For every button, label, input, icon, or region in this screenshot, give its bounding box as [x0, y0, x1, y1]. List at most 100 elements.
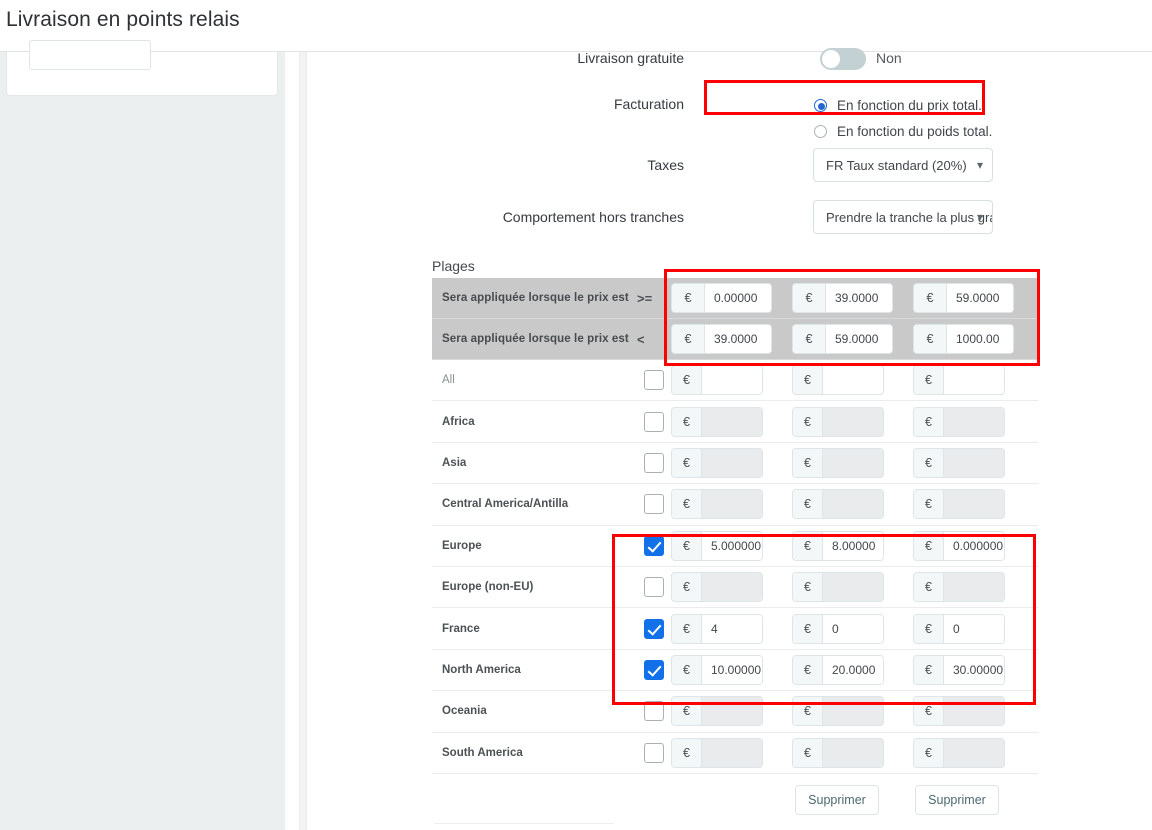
zone-price-input: € — [792, 447, 884, 478]
zone-price-input: € — [913, 489, 1005, 520]
zone-price-value: 0 — [823, 614, 883, 643]
zone-price-input[interactable]: €0 — [913, 613, 1005, 644]
range-from-input-1[interactable]: € 0.00000 — [671, 283, 772, 313]
zone-row: Africa € € € — [432, 401, 1038, 443]
zone-price-input[interactable]: €30.00000 — [913, 654, 1005, 685]
currency-icon: € — [793, 614, 823, 643]
zone-price-input[interactable]: €4 — [671, 613, 763, 644]
zone-price-value — [702, 697, 762, 726]
zone-price-input: € — [792, 737, 884, 768]
out-of-range-label: Comportement hors tranches — [502, 209, 684, 225]
ranges-table: Sera appliquée lorsque le prix est >= € … — [432, 278, 1038, 774]
zone-price-input[interactable]: €0.000000 — [913, 530, 1005, 561]
range-operator-lt: < — [637, 331, 645, 347]
billing-row: Facturation En fonction du prix total. E… — [314, 90, 1152, 150]
zone-enable-checkbox[interactable] — [644, 659, 664, 680]
currency-icon: € — [914, 325, 947, 353]
left-panel-inner-box[interactable] — [29, 40, 151, 70]
billing-option-weight[interactable]: En fonction du poids total. — [814, 124, 992, 139]
zone-price-value — [944, 738, 1004, 767]
range-header-row-lt: Sera appliquée lorsque le prix est < € 3… — [432, 319, 1038, 360]
zone-price-input: € — [792, 572, 884, 603]
zone-row: All € € € — [432, 360, 1038, 402]
zone-price-input: € — [671, 737, 763, 768]
bottom-partial-section — [434, 823, 614, 830]
zone-price-input[interactable]: € — [913, 365, 1005, 396]
currency-icon: € — [914, 531, 944, 560]
currency-icon: € — [914, 366, 944, 395]
vertical-scrollbar[interactable] — [299, 52, 307, 830]
range-to-input-1[interactable]: € 39.0000 — [671, 324, 772, 354]
zone-price-value — [823, 366, 883, 395]
out-of-range-select-value: Prendre la tranche la plus gra — [826, 209, 993, 225]
zone-price-value: 20.0000 — [823, 655, 883, 684]
zone-price-input[interactable]: €5.000000 — [671, 530, 763, 561]
zone-row: North America €10.00000 €20.0000 €30.00000 — [432, 650, 1038, 692]
zone-label: France — [442, 622, 480, 635]
range-to-input-3[interactable]: € 1000.00 — [913, 324, 1014, 354]
taxes-select[interactable]: FR Taux standard (20%) ▾ — [813, 148, 993, 182]
zone-enable-checkbox[interactable] — [644, 577, 664, 598]
zone-enable-checkbox[interactable] — [644, 701, 664, 722]
zone-price-value — [823, 738, 883, 767]
zone-price-value: 30.00000 — [944, 655, 1004, 684]
range-to-input-2[interactable]: € 59.0000 — [792, 324, 893, 354]
taxes-label: Taxes — [647, 157, 684, 173]
zone-enable-checkbox[interactable] — [644, 452, 664, 473]
range-to-value-1: 39.0000 — [705, 325, 771, 353]
free-shipping-toggle[interactable] — [820, 48, 866, 70]
zone-enable-checkbox[interactable] — [644, 618, 664, 639]
radio-weight-total[interactable] — [814, 125, 827, 138]
zone-price-input: € — [913, 406, 1005, 437]
currency-icon: € — [914, 284, 947, 312]
billing-option-price[interactable]: En fonction du prix total. — [814, 98, 982, 113]
zone-enable-checkbox[interactable] — [644, 742, 664, 763]
out-of-range-row: Comportement hors tranches Prendre la tr… — [314, 200, 1152, 250]
zone-price-value: 5.000000 — [702, 531, 762, 560]
zone-price-value — [823, 448, 883, 477]
currency-icon: € — [793, 738, 823, 767]
zone-enable-checkbox[interactable] — [644, 370, 664, 391]
currency-icon: € — [672, 448, 702, 477]
zone-price-value: 0.000000 — [944, 531, 1004, 560]
free-shipping-label: Livraison gratuite — [577, 50, 684, 66]
zone-price-input[interactable]: €8.00000 — [792, 530, 884, 561]
zone-enable-checkbox[interactable] — [644, 411, 664, 432]
zone-price-input: € — [671, 696, 763, 727]
zone-price-input[interactable]: € — [671, 365, 763, 396]
radio-price-total[interactable] — [814, 99, 827, 112]
delete-range-button-1[interactable]: Supprimer — [795, 785, 879, 815]
range-to-value-3: 1000.00 — [947, 325, 1013, 353]
range-from-value-1: 0.00000 — [705, 284, 771, 312]
currency-icon: € — [672, 531, 702, 560]
currency-icon: € — [672, 614, 702, 643]
zone-price-value — [702, 448, 762, 477]
billing-option-price-label: En fonction du prix total. — [837, 98, 982, 113]
currency-icon: € — [793, 697, 823, 726]
out-of-range-select[interactable]: Prendre la tranche la plus gra ▾ — [813, 200, 993, 234]
range-from-input-3[interactable]: € 59.0000 — [913, 283, 1014, 313]
zone-rows-container: All € € € Africa € € € Asia € € € Central America/An… — [432, 360, 1038, 774]
currency-icon: € — [914, 655, 944, 684]
currency-icon: € — [793, 366, 823, 395]
zone-price-value: 0 — [944, 614, 1004, 643]
zone-price-input: € — [671, 489, 763, 520]
zone-row: Europe (non-EU) € € € — [432, 567, 1038, 609]
zone-label: Europe — [442, 539, 482, 552]
ranges-section-title: Plages — [432, 258, 475, 274]
delete-range-button-2[interactable]: Supprimer — [915, 785, 999, 815]
range-from-input-2[interactable]: € 39.0000 — [792, 283, 893, 313]
page-titlebar: Livraison en points relais — [0, 0, 1152, 52]
zone-price-input[interactable]: € — [792, 365, 884, 396]
zone-price-input[interactable]: €20.0000 — [792, 654, 884, 685]
zone-label: Africa — [442, 415, 475, 428]
range-to-value-2: 59.0000 — [826, 325, 892, 353]
zone-price-input[interactable]: €10.00000 — [671, 654, 763, 685]
left-panel-card — [6, 40, 278, 96]
zone-price-input: € — [792, 406, 884, 437]
zone-enable-checkbox[interactable] — [644, 535, 664, 556]
zone-price-input: € — [792, 489, 884, 520]
zone-enable-checkbox[interactable] — [644, 494, 664, 515]
zone-price-input[interactable]: €0 — [792, 613, 884, 644]
taxes-select-value: FR Taux standard (20%) — [826, 157, 967, 173]
